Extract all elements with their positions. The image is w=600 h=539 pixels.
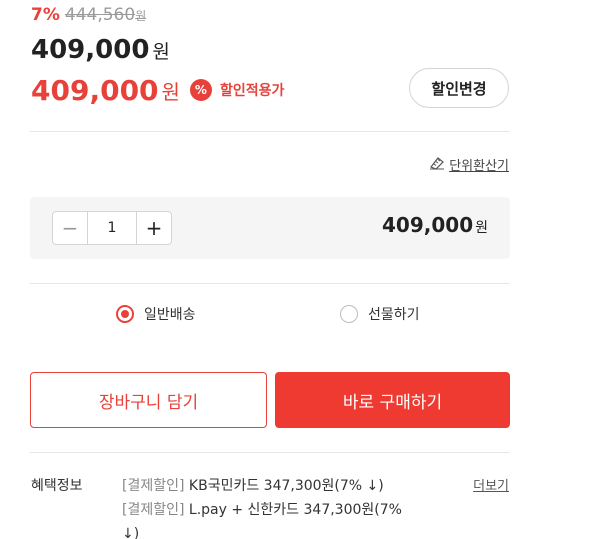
applied-price-label: 할인적용가	[219, 83, 285, 99]
discount-row: 7% 444,560원	[31, 4, 146, 27]
percent-badge-icon: %	[189, 79, 212, 101]
quantity-stepper: − 1 +	[52, 211, 172, 245]
decrease-button[interactable]: −	[53, 212, 87, 244]
ruler-icon	[429, 156, 445, 174]
quantity-total-amount: 409,000	[382, 213, 474, 237]
sale-price-amount: 409,000	[31, 73, 159, 107]
quantity-value[interactable]: 1	[87, 212, 137, 244]
benefit-item: [결제할인] KB국민카드 347,300원(7% ↓)	[122, 478, 384, 494]
radio-checked-icon[interactable]	[116, 305, 134, 323]
main-price-amount: 409,000	[31, 35, 150, 65]
sale-price-unit: 원	[161, 79, 180, 104]
add-to-cart-button[interactable]: 장바구니 담기	[30, 372, 267, 428]
delivery-option-label: 선물하기	[368, 307, 420, 323]
quantity-total-unit: 원	[475, 220, 488, 236]
buy-now-button[interactable]: 바로 구매하기	[275, 372, 510, 428]
discount-rate: 7%	[31, 5, 60, 25]
divider	[30, 131, 510, 132]
main-price-unit: 원	[152, 41, 170, 63]
benefit-list: [결제할인] KB국민카드 347,300원(7% ↓) [결제할인] L.pa…	[122, 474, 422, 539]
divider	[30, 452, 510, 453]
benefit-title: 혜택정보	[31, 478, 83, 494]
benefit-more-link[interactable]: 더보기	[473, 475, 509, 494]
unit-convert-label: 단위환산기	[449, 159, 509, 174]
benefit-item: [결제할인] L.pay + 신한카드 347,300원(7% ↓)	[122, 502, 402, 539]
quantity-total: 409,000 원	[382, 213, 488, 237]
radio-unchecked-icon[interactable]	[340, 305, 358, 323]
divider	[30, 283, 510, 284]
unit-convert-link[interactable]: 단위환산기	[429, 155, 509, 174]
main-price: 409,000 원	[31, 34, 170, 68]
original-price: 444,560원	[64, 5, 147, 25]
quantity-panel: − 1 + 409,000 원	[30, 197, 510, 259]
sale-price-row: 409,000 원 % 할인적용가	[31, 72, 284, 108]
delivery-option-standard[interactable]: 일반배송	[116, 304, 196, 324]
delivery-option-label: 일반배송	[144, 307, 196, 323]
delivery-option-gift[interactable]: 선물하기	[340, 304, 420, 324]
discount-change-button[interactable]: 할인변경	[409, 68, 509, 108]
increase-button[interactable]: +	[137, 212, 171, 244]
